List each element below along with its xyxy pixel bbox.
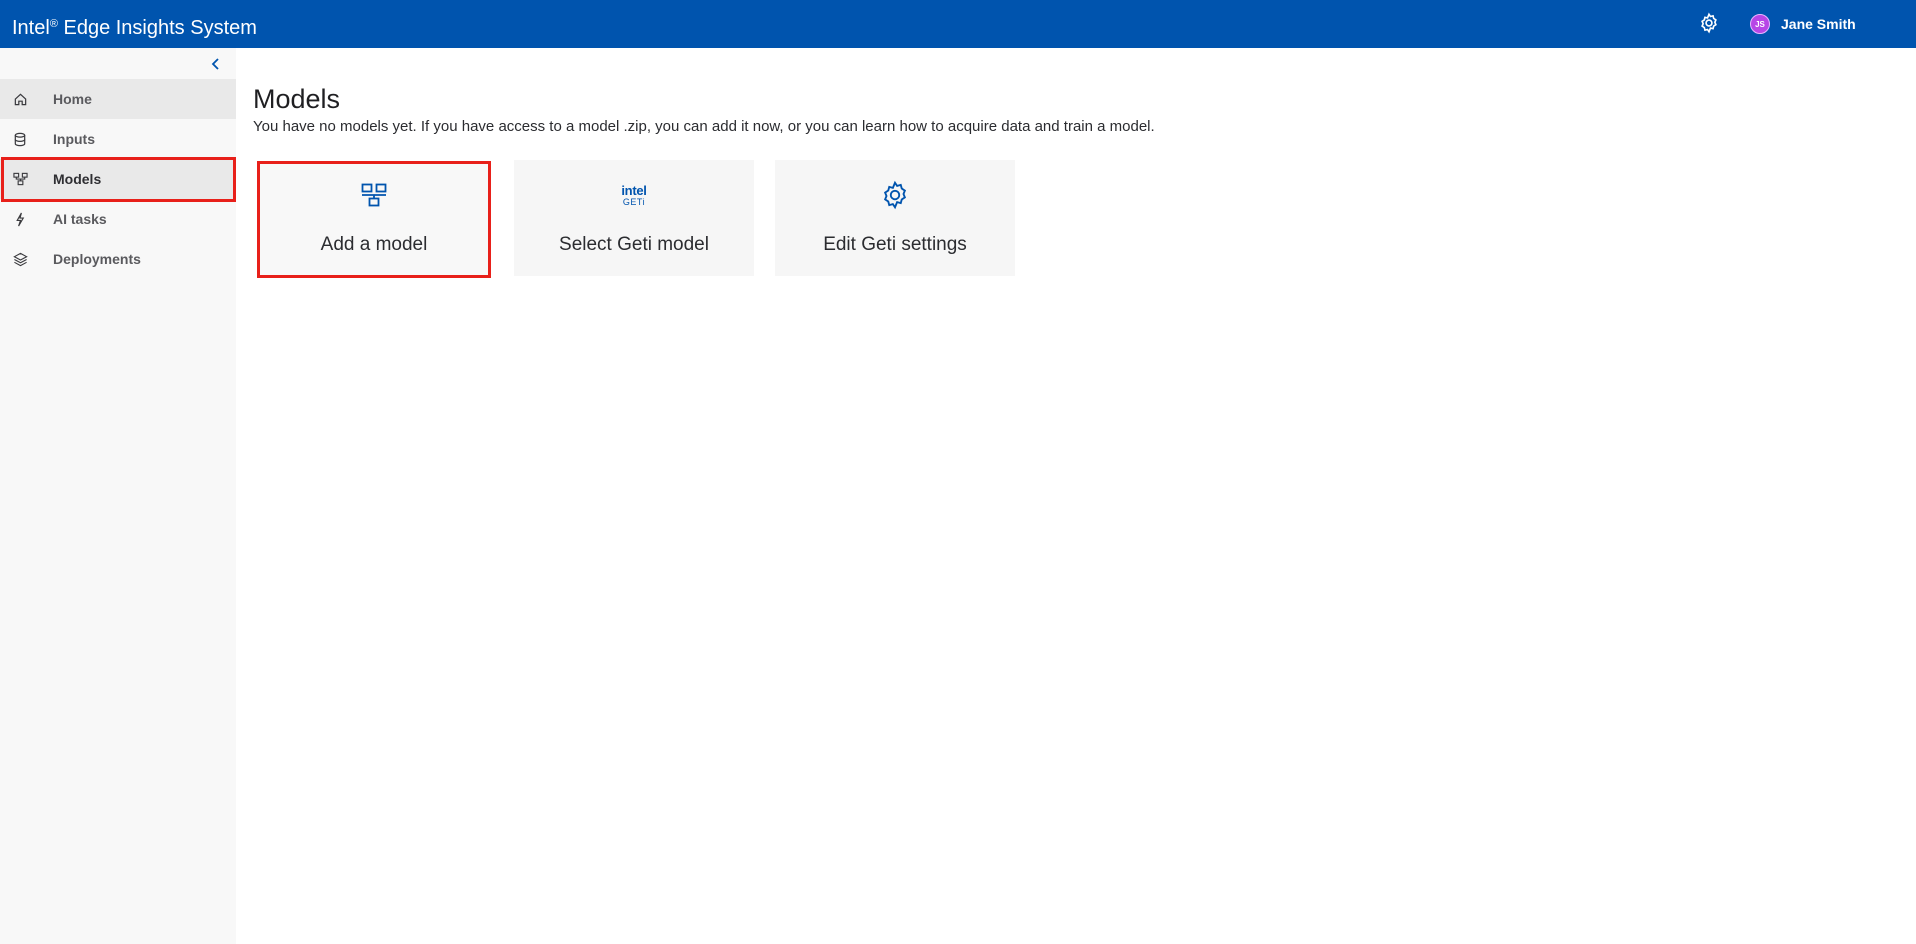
sidebar-item-label: AI tasks [53,211,107,227]
home-icon [12,91,28,107]
select-geti-model-card[interactable]: intel GETi Select Geti model [514,160,754,276]
gear-icon [1701,12,1717,34]
edit-geti-settings-card[interactable]: Edit Geti settings [775,160,1015,276]
user-menu[interactable]: JS Jane Smith [1750,13,1856,35]
logo-intel-text: intel [621,182,647,198]
logo-geti-text: GETi [622,196,646,207]
sidebar-item-ai-tasks[interactable]: AI tasks [0,199,236,239]
database-icon [12,131,28,147]
sidebar-item-inputs[interactable]: Inputs [0,119,236,159]
user-name: Jane Smith [1781,16,1856,32]
avatar: JS [1750,14,1770,34]
model-network-icon [12,171,28,187]
lightning-icon [12,211,28,227]
sidebar-item-deployments[interactable]: Deployments [0,239,236,279]
sidebar-item-models[interactable]: Models [0,159,236,199]
page-description: You have no models yet. If you have acce… [253,118,1155,135]
sidebar-item-home[interactable]: Home [0,79,236,119]
card-label: Select Geti model [559,234,709,255]
app-title-brand: Intel [12,17,50,39]
sidebar-item-label: Home [53,91,92,107]
app-title-product: Edge Insights System [57,17,257,39]
intel-geti-logo-icon: intel GETi [619,180,649,210]
settings-button[interactable] [1698,12,1720,34]
sidebar-item-label: Inputs [53,131,95,147]
sidebar-item-label: Models [53,171,102,187]
chevron-left-icon [211,58,219,70]
sidebar: Home Inputs Models AI tasks Deployments [0,48,236,944]
sidebar-collapse-button[interactable] [206,54,226,74]
layers-icon [12,251,28,267]
model-network-icon [359,180,389,210]
app-title: Intel® Edge Insights System [12,12,257,40]
page-title: Models [253,84,341,114]
add-model-card[interactable]: Add a model [259,164,489,275]
top-header: Intel® Edge Insights System JS Jane Smit… [0,0,1916,48]
gear-icon [880,180,910,210]
sidebar-item-label: Deployments [53,251,141,267]
card-label: Edit Geti settings [823,234,967,255]
card-label: Add a model [320,234,428,255]
registered-mark: ® [49,18,58,30]
